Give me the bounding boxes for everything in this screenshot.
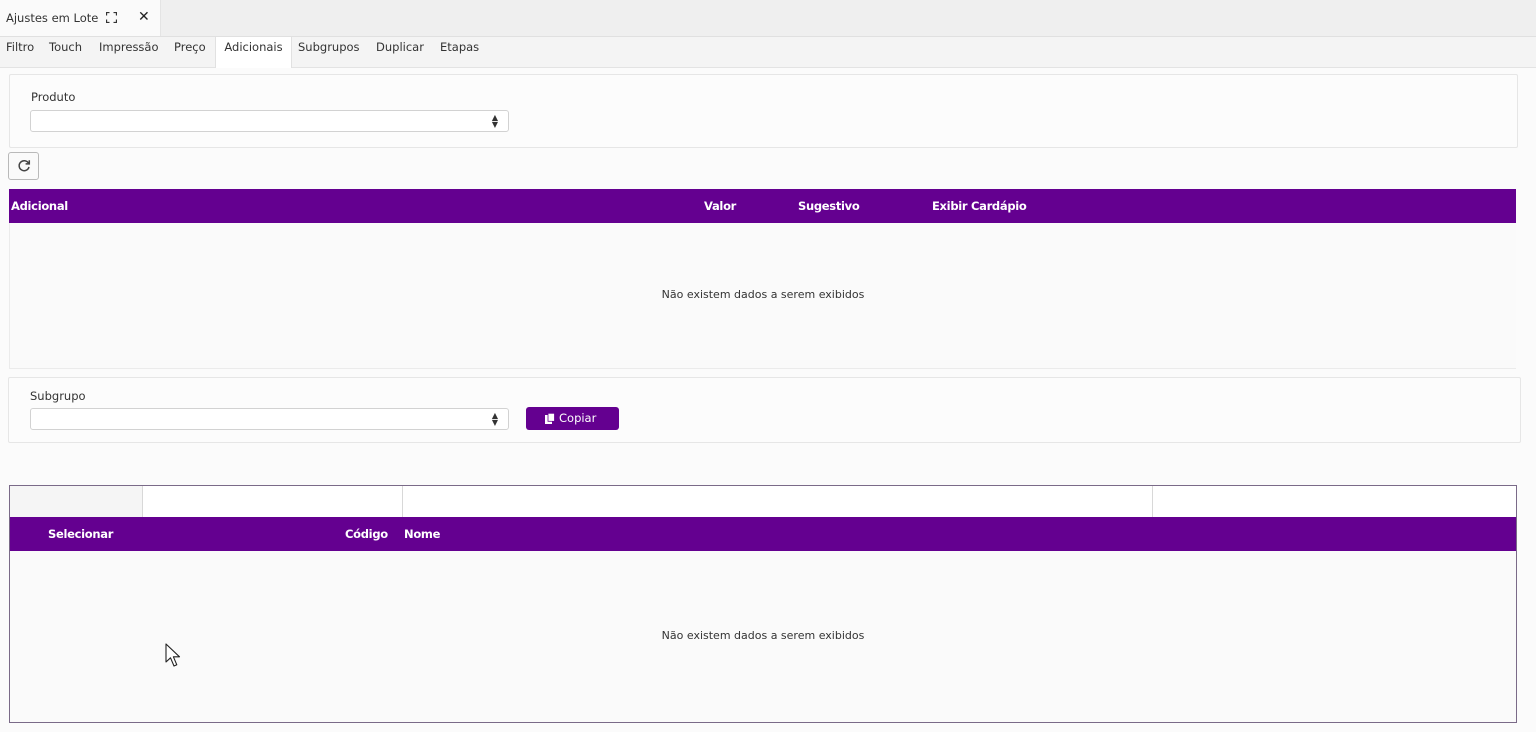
subgrupo-panel: Subgrupo ▲ ▼ bbox=[8, 377, 1521, 443]
window-title: Ajustes em Lote bbox=[6, 11, 99, 25]
copy-button-label: Copiar bbox=[559, 411, 597, 425]
column-exibir-cardapio[interactable]: Exibir Cardápio bbox=[932, 199, 1027, 213]
adicionais-grid-header: Adicional Valor Sugestivo Exibir Cardápi… bbox=[9, 189, 1516, 223]
tab-filtro[interactable]: Filtro bbox=[6, 37, 34, 67]
produto-panel: Produto ▲ ▼ bbox=[9, 74, 1518, 148]
filter-cell-codigo[interactable] bbox=[143, 486, 403, 517]
column-nome[interactable]: Nome bbox=[404, 527, 440, 541]
section-tabs: Filtro Touch Impressão Preço Adicionais … bbox=[0, 37, 1536, 68]
column-sugestivo[interactable]: Sugestivo bbox=[798, 199, 860, 213]
window-tab[interactable]: Ajustes em Lote ✕ bbox=[0, 0, 161, 36]
filter-cell-nome[interactable] bbox=[403, 486, 1153, 517]
tab-impressao[interactable]: Impressão bbox=[99, 37, 159, 67]
copy-button[interactable]: Copiar bbox=[526, 407, 619, 430]
close-icon[interactable]: ✕ bbox=[138, 9, 150, 25]
column-valor[interactable]: Valor bbox=[704, 199, 736, 213]
tab-duplicar[interactable]: Duplicar bbox=[376, 37, 424, 67]
refresh-icon bbox=[18, 159, 31, 172]
column-adicional[interactable]: Adicional bbox=[11, 199, 68, 213]
empty-message: Não existem dados a serem exibidos bbox=[661, 288, 865, 301]
column-codigo[interactable]: Código bbox=[345, 527, 388, 541]
subgrupo-label: Subgrupo bbox=[30, 389, 86, 403]
tab-touch[interactable]: Touch bbox=[49, 37, 82, 67]
tab-preco[interactable]: Preço bbox=[174, 37, 206, 67]
column-selecionar[interactable]: Selecionar bbox=[48, 527, 113, 541]
empty-message: Não existem dados a serem exibidos bbox=[661, 629, 865, 642]
subgrupo-select[interactable]: ▲ ▼ bbox=[30, 408, 509, 430]
adicionais-grid-body: Não existem dados a serem exibidos bbox=[9, 223, 1516, 369]
filter-row bbox=[10, 486, 1516, 517]
copy-icon bbox=[545, 413, 555, 424]
mouse-cursor-icon bbox=[165, 643, 181, 667]
filter-cell-selecionar[interactable] bbox=[10, 486, 143, 517]
expand-icon[interactable] bbox=[106, 12, 117, 23]
subgrupo-grid-header: Selecionar Código Nome bbox=[10, 517, 1516, 551]
tab-adicionais[interactable]: Adicionais bbox=[215, 37, 292, 68]
filter-cell-extra[interactable] bbox=[1153, 486, 1516, 517]
produto-label: Produto bbox=[31, 90, 76, 104]
refresh-button[interactable] bbox=[8, 152, 39, 180]
subgrupo-grid: Selecionar Código Nome Não existem dados… bbox=[9, 485, 1517, 723]
window-tab-bar: Ajustes em Lote ✕ bbox=[0, 0, 1536, 37]
produto-select[interactable]: ▲ ▼ bbox=[30, 110, 509, 132]
select-arrows-icon: ▲ ▼ bbox=[491, 113, 498, 129]
tab-subgrupos[interactable]: Subgrupos bbox=[298, 37, 360, 67]
select-arrows-icon: ▲ ▼ bbox=[491, 411, 498, 427]
tab-etapas[interactable]: Etapas bbox=[440, 37, 479, 67]
